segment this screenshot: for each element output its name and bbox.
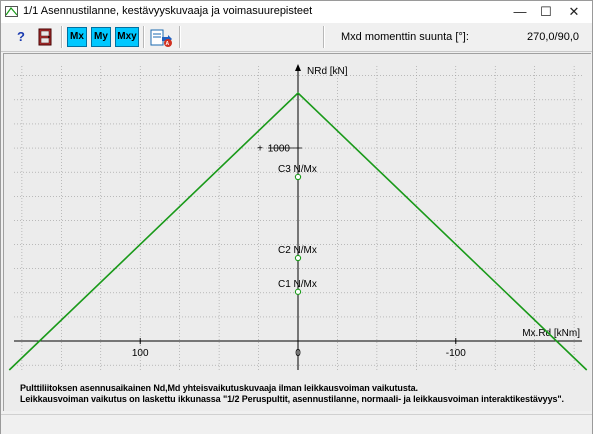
y-axis-label: NRd [kN] [307,66,348,77]
direction-label: Mxd momenttin suunta [°]: [341,31,469,43]
mx-button[interactable]: Mx [67,27,87,47]
toolbar-separator [61,26,63,48]
axes: 100 0 -100+ 1000NRd [kN]Mx.Rd [kNm] [14,64,582,370]
design-point [294,173,302,181]
direction-value: 270,0/90,0 [527,31,579,43]
svg-text:A: A [166,41,170,47]
app-window: 1/1 Asennustilanne, kestävyyskuvaaja ja … [0,0,593,434]
title-bar[interactable]: 1/1 Asennustilanne, kestävyyskuvaaja ja … [1,1,592,23]
design-point-label: C3 N/Mx [278,164,317,175]
pdf-export-icon: A [150,29,172,47]
design-point [294,288,302,295]
my-button[interactable]: My [91,27,111,47]
y-tick-cross: + [257,144,263,155]
toolbar-separator [143,26,145,48]
x-tick-label: 100 [132,348,149,359]
chart-panel: 100 0 -100 +1000 NRd [kN] Mx.Rd [kNm] C3 N/Mx… [3,53,591,411]
x-axis-label: Mx.Rd [kNm] [522,328,580,339]
close-button[interactable]: ✕ [556,1,592,23]
y-axis-arrow [295,64,301,71]
x-tick-label: 0 [295,348,301,359]
design-point [294,254,302,262]
status-bar [1,414,592,434]
door-icon [38,28,52,46]
design-point-label: C1 N/Mx [278,279,317,290]
marks-group: C3 N/Mx C2 N/Mx C1 N/Mx [278,164,317,295]
x-tick-label: -100 [446,348,466,359]
note-line-2: Leikkausvoiman vaikutus on laskettu ikku… [20,394,564,404]
interaction-diagram: 100 0 -100+ 1000NRd [kN]Mx.Rd [kNm] C3 N/Mx… [8,64,588,371]
toolbar-separator [323,26,325,48]
export-pdf-button[interactable]: A [149,27,173,47]
y-tick-label: 1000 [268,144,291,155]
window-title: 1/1 Asennustilanne, kestävyyskuvaaja ja … [23,5,313,17]
exit-door-button[interactable] [35,27,57,47]
app-icon [5,6,18,17]
help-button[interactable]: ? [11,27,31,47]
note-line-1: Pulttiliitoksen asennusaikainen Nd,Md yh… [20,383,418,393]
mxy-button[interactable]: Mxy [115,27,139,47]
toolbar-separator [179,26,181,48]
design-point-label: C2 N/Mx [278,245,317,256]
toolbar: ? Mx My Mxy A Mxd momenttin suunta [°]: … [1,23,592,52]
